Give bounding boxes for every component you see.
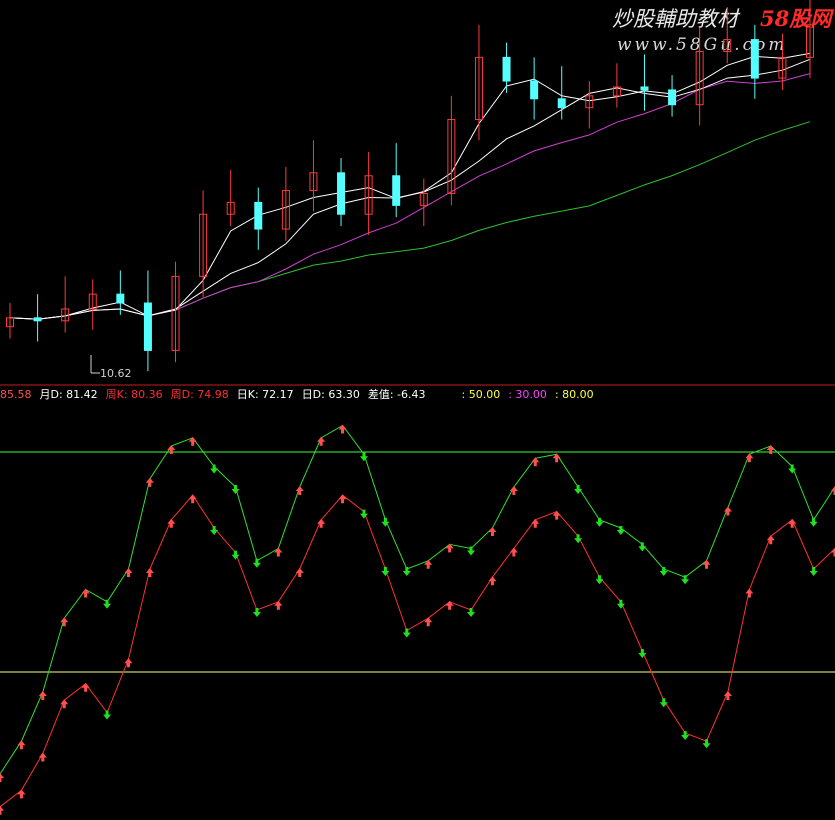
candle-body xyxy=(557,98,566,109)
candle-body xyxy=(337,172,346,215)
candle-body xyxy=(640,86,649,91)
low-price-label: 10.62 xyxy=(100,367,132,380)
candle-body xyxy=(750,39,759,79)
watermark-url: www.58Gu.com xyxy=(617,35,787,55)
watermark-brand: 58股网 xyxy=(760,6,834,31)
candle-body xyxy=(254,201,263,230)
indicator-value-5: 日D: 63.30 xyxy=(302,388,360,401)
candle-body xyxy=(502,56,511,82)
indicator-value-7: : 50.00 xyxy=(462,388,501,401)
chart-background xyxy=(0,0,835,820)
indicator-value-6: 差值: -6.43 xyxy=(368,387,426,401)
candle-body xyxy=(116,293,125,304)
candle-body xyxy=(33,317,42,322)
watermark-title: 炒股輔助教材 xyxy=(612,7,741,31)
candle-body xyxy=(392,175,401,206)
indicator-value-4: 日K: 72.17 xyxy=(237,388,294,401)
candle-body xyxy=(143,302,152,351)
indicator-value-0: 85.58 xyxy=(0,388,32,401)
indicator-value-1: 月D: 81.42 xyxy=(40,388,98,401)
indicator-value-9: : 80.00 xyxy=(555,388,594,401)
indicator-value-3: 周D: 74.98 xyxy=(171,388,229,401)
indicator-value-8: : 30.00 xyxy=(508,388,547,401)
chart-stage: 炒股輔助教材 58股网 www.58Gu.com 10.62 85.58 月D: … xyxy=(0,0,835,820)
indicator-value-2: 周K: 80.36 xyxy=(106,388,163,401)
candle-body xyxy=(668,89,677,106)
candle-body xyxy=(530,80,539,100)
